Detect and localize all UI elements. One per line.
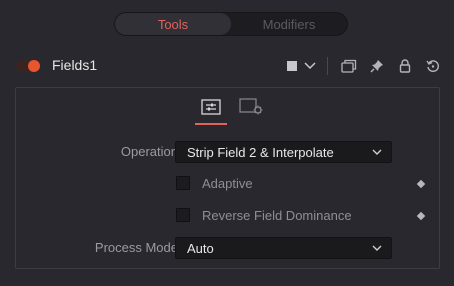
pin-icon[interactable] — [366, 56, 388, 76]
toggle-knob — [28, 60, 40, 72]
operation-dropdown[interactable]: Strip Field 2 & Interpolate — [175, 141, 392, 163]
process-mode-dropdown[interactable]: Auto — [175, 237, 392, 259]
settings-gear-icon[interactable] — [238, 96, 266, 118]
inspector-tab-bar: Tools Modifiers — [114, 12, 348, 36]
reverse-field-dominance-label[interactable]: Reverse Field Dominance — [202, 208, 352, 223]
adaptive-label[interactable]: Adaptive — [202, 176, 253, 191]
header-icon-group — [275, 56, 444, 76]
node-enable-toggle[interactable] — [16, 60, 40, 72]
adaptive-checkbox[interactable] — [176, 176, 190, 190]
keyframe-diamond-icon[interactable] — [416, 179, 426, 189]
reverse-field-dominance-row: Reverse Field Dominance — [16, 205, 439, 227]
chevron-down-icon — [372, 149, 382, 155]
process-mode-value: Auto — [187, 240, 214, 256]
reverse-field-dominance-checkbox[interactable] — [176, 208, 190, 222]
operation-row: Operation Strip Field 2 & Interpolate — [16, 141, 439, 163]
controls-sliders-icon[interactable] — [195, 96, 227, 125]
header-divider — [327, 57, 328, 75]
tab-tools[interactable]: Tools — [115, 13, 231, 35]
node-name: Fields1 — [52, 57, 98, 73]
adaptive-row: Adaptive — [16, 173, 439, 195]
process-mode-row: Process Mode Auto — [16, 237, 439, 259]
lock-icon[interactable] — [394, 56, 416, 76]
control-tab-bar — [16, 88, 439, 126]
tool-controls-panel: Operation Strip Field 2 & Interpolate Ad… — [15, 87, 440, 269]
process-mode-label: Process Mode — [94, 240, 178, 255]
chevron-down-icon — [372, 245, 382, 251]
node-header: Fields1 — [0, 50, 454, 82]
operation-label: Operation — [120, 144, 178, 159]
color-square-icon[interactable] — [281, 56, 303, 76]
reset-icon[interactable] — [422, 56, 444, 76]
versions-icon[interactable] — [338, 56, 360, 76]
tab-modifiers[interactable]: Modifiers — [231, 13, 347, 35]
chevron-down-icon[interactable] — [303, 56, 317, 76]
keyframe-diamond-icon[interactable] — [416, 211, 426, 221]
operation-value: Strip Field 2 & Interpolate — [187, 144, 334, 160]
